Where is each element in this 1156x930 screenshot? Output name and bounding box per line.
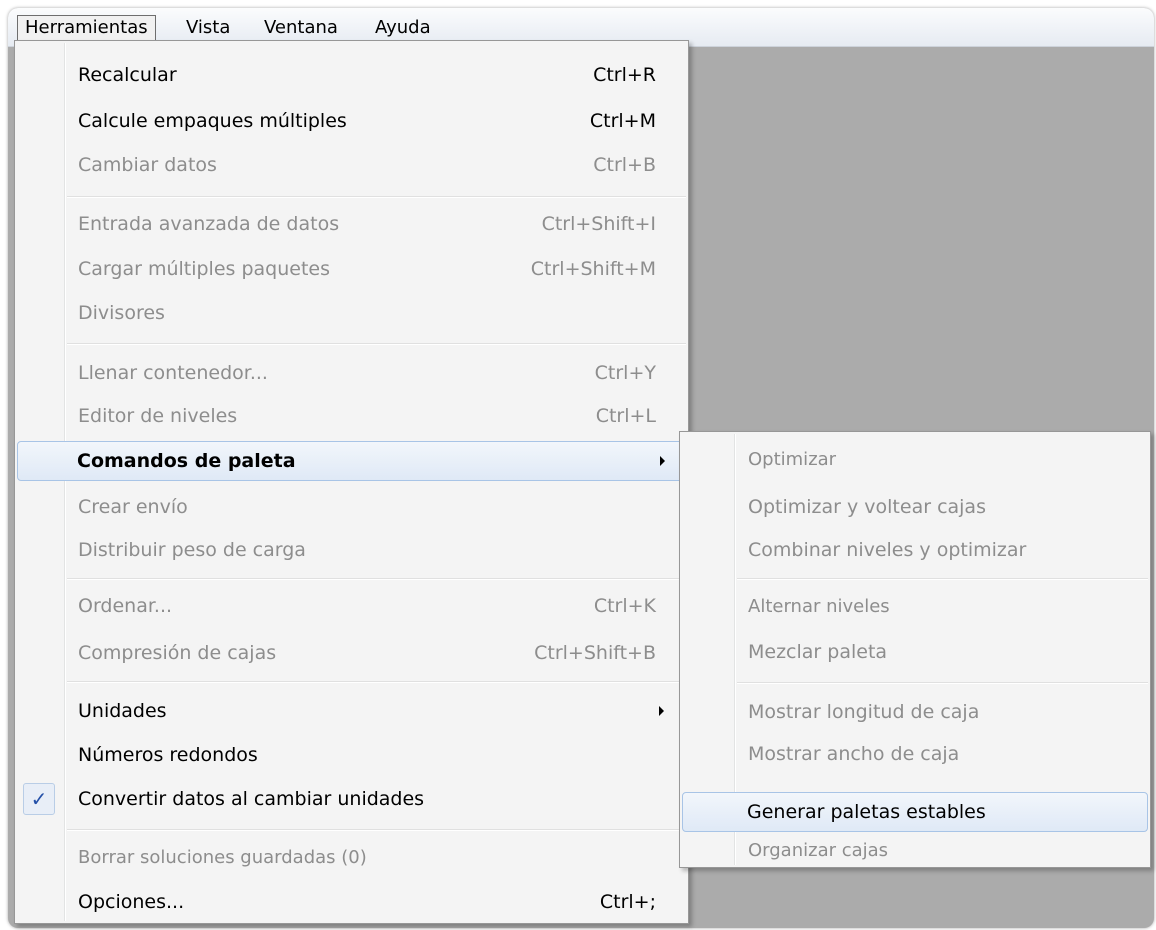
menu-item-shortcut: Ctrl+L	[595, 405, 656, 427]
menu-item-shortcut: Ctrl+Shift+B	[534, 642, 656, 664]
menu-item-label: Editor de niveles	[78, 405, 238, 427]
menu-item-shortcut: Ctrl+Shift+M	[530, 258, 656, 280]
submenu-item-generar-paletas-estables[interactable]: Generar paletas estables	[682, 792, 1148, 832]
menu-item-comandos-de-paleta[interactable]: Comandos de paleta	[17, 441, 686, 481]
submenu-item-combinar-niveles[interactable]: Combinar niveles y optimizar	[682, 530, 1148, 570]
submenu-item-mostrar-longitud[interactable]: Mostrar longitud de caja	[682, 692, 1148, 732]
menu-item-entrada-avanzada[interactable]: Entrada avanzada de datos Ctrl+Shift+I	[17, 204, 686, 244]
menu-item-shortcut: Ctrl+K	[593, 595, 656, 617]
menu-item-label: Distribuir peso de carga	[78, 539, 306, 561]
menu-item-crear-envio[interactable]: Crear envío	[17, 487, 686, 527]
menu-item-label: Opciones...	[78, 891, 185, 913]
submenu-item-optimizar[interactable]: Optimizar	[682, 440, 1148, 480]
submenu-item-label: Organizar cajas	[748, 840, 889, 861]
menu-item-calcule-empaques-multiples[interactable]: Calcule empaques múltiples Ctrl+M	[17, 101, 686, 141]
checkmark-icon: ✓	[23, 783, 55, 815]
menu-separator	[67, 829, 686, 831]
submenu-arrow-icon	[660, 456, 665, 466]
submenu-item-optimizar-voltear[interactable]: Optimizar y voltear cajas	[682, 487, 1148, 527]
menubar-vista[interactable]: Vista	[179, 15, 237, 41]
submenu-item-mezclar-paleta[interactable]: Mezclar paleta	[682, 632, 1148, 672]
menu-item-shortcut: Ctrl+B	[593, 154, 656, 176]
menu-item-label: Ordenar...	[78, 595, 173, 617]
menu-item-llenar-contenedor[interactable]: Llenar contenedor... Ctrl+Y	[17, 353, 686, 393]
menu-item-shortcut: Ctrl+Shift+I	[541, 213, 656, 235]
menu-item-compresion-de-cajas[interactable]: Compresión de cajas Ctrl+Shift+B	[17, 633, 686, 673]
menu-item-label: Calcule empaques múltiples	[78, 110, 347, 132]
tools-dropdown-menu: Recalcular Ctrl+R Calcule empaques múlti…	[14, 40, 689, 924]
menu-item-divisores[interactable]: Divisores	[17, 293, 686, 333]
menu-item-cambiar-datos[interactable]: Cambiar datos Ctrl+B	[17, 145, 686, 185]
submenu-arrow-icon	[659, 706, 664, 716]
menu-item-shortcut: Ctrl+R	[593, 64, 656, 86]
menu-item-label: Unidades	[78, 700, 167, 722]
pallet-commands-submenu: Optimizar Optimizar y voltear cajas Comb…	[679, 431, 1151, 868]
menu-item-opciones[interactable]: Opciones... Ctrl+;	[17, 882, 686, 922]
menu-separator	[67, 196, 686, 198]
menu-separator	[67, 578, 686, 580]
menu-item-label: Números redondos	[78, 744, 258, 766]
submenu-item-mostrar-ancho[interactable]: Mostrar ancho de caja	[682, 734, 1148, 774]
submenu-item-label: Generar paletas estables	[747, 801, 986, 823]
submenu-item-label: Alternar niveles	[748, 596, 890, 617]
menu-item-editor-de-niveles[interactable]: Editor de niveles Ctrl+L	[17, 396, 686, 436]
submenu-item-label: Optimizar y voltear cajas	[748, 496, 986, 518]
menu-item-label: Llenar contenedor...	[78, 362, 268, 384]
menu-item-label: Crear envío	[78, 496, 188, 518]
menu-separator	[67, 343, 686, 345]
menu-item-shortcut: Ctrl+Y	[594, 362, 656, 384]
menu-item-label: Divisores	[78, 302, 165, 324]
submenu-item-label: Mostrar longitud de caja	[748, 701, 980, 723]
menu-item-shortcut: Ctrl+M	[589, 110, 656, 132]
menu-item-unidades[interactable]: Unidades	[17, 691, 686, 731]
menu-item-label: Entrada avanzada de datos	[78, 213, 340, 235]
menu-item-shortcut: Ctrl+;	[599, 891, 656, 913]
menu-item-label: Borrar soluciones guardadas (0)	[78, 847, 367, 868]
menubar-ventana[interactable]: Ventana	[257, 15, 345, 41]
menu-item-label: Recalcular	[78, 64, 177, 86]
submenu-item-alternar-niveles[interactable]: Alternar niveles	[682, 587, 1148, 627]
submenu-item-label: Mostrar ancho de caja	[748, 743, 960, 765]
menu-item-distribuir-peso[interactable]: Distribuir peso de carga	[17, 530, 686, 570]
menubar-herramientas[interactable]: Herramientas	[17, 15, 156, 41]
submenu-item-label: Optimizar	[748, 449, 837, 470]
menu-item-label: Compresión de cajas	[78, 642, 277, 664]
menu-item-label: Cambiar datos	[78, 154, 217, 176]
menu-separator	[67, 681, 686, 683]
submenu-item-label: Combinar niveles y optimizar	[748, 539, 1027, 561]
menu-item-cargar-multiples-paquetes[interactable]: Cargar múltiples paquetes Ctrl+Shift+M	[17, 249, 686, 289]
submenu-separator	[737, 578, 1148, 580]
submenu-separator	[737, 682, 1148, 684]
menu-item-borrar-soluciones[interactable]: Borrar soluciones guardadas (0)	[17, 838, 686, 878]
menubar-ayuda[interactable]: Ayuda	[368, 15, 438, 41]
menu-item-label: Cargar múltiples paquetes	[78, 258, 331, 280]
menu-item-numeros-redondos[interactable]: Números redondos	[17, 735, 686, 775]
menu-item-convertir-datos[interactable]: ✓ Convertir datos al cambiar unidades	[17, 779, 686, 819]
menu-item-label: Comandos de paleta	[77, 450, 296, 472]
submenu-item-organizar-cajas[interactable]: Organizar cajas	[682, 837, 1148, 865]
submenu-item-label: Mezclar paleta	[748, 641, 888, 663]
menu-item-label: Convertir datos al cambiar unidades	[78, 788, 425, 810]
menu-item-ordenar[interactable]: Ordenar... Ctrl+K	[17, 586, 686, 626]
menu-item-recalcular[interactable]: Recalcular Ctrl+R	[17, 55, 686, 95]
